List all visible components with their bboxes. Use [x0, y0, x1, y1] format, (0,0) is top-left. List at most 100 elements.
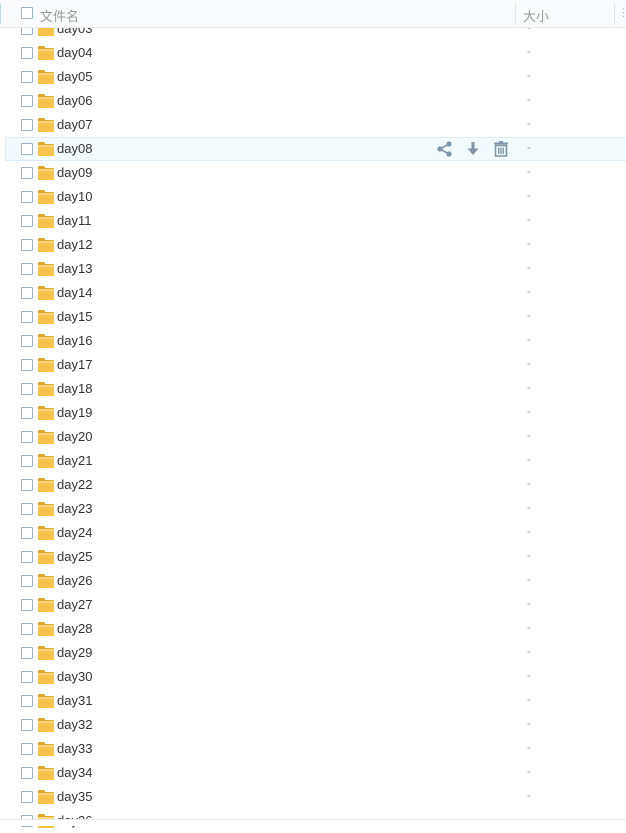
row-checkbox[interactable] [21, 263, 33, 275]
file-name-link[interactable]: day06 [57, 93, 92, 108]
row-checkbox[interactable] [21, 359, 33, 371]
column-divider[interactable] [614, 3, 615, 25]
row-checkbox[interactable] [21, 191, 33, 203]
table-row[interactable]: day09 - [0, 161, 626, 185]
file-name-link[interactable]: day23 [57, 501, 92, 516]
table-row[interactable]: day19 - [0, 401, 626, 425]
row-checkbox[interactable] [21, 695, 33, 707]
file-name-link[interactable]: day13 [57, 261, 92, 276]
table-row[interactable]: day14 - [0, 281, 626, 305]
file-name-link[interactable]: day19 [57, 405, 92, 420]
row-checkbox[interactable] [21, 575, 33, 587]
file-name-link[interactable]: day10 [57, 189, 92, 204]
row-checkbox[interactable] [21, 455, 33, 467]
file-name-link[interactable]: day21 [57, 453, 92, 468]
file-name-link[interactable]: day08 [57, 141, 92, 156]
download-icon[interactable] [463, 139, 483, 159]
row-checkbox[interactable] [21, 143, 33, 155]
table-row[interactable]: day29 - [0, 641, 626, 665]
column-header-size[interactable]: 大小 [523, 6, 549, 25]
row-checkbox[interactable] [21, 311, 33, 323]
table-row[interactable]: day21 - [0, 449, 626, 473]
file-name-link[interactable]: day22 [57, 477, 92, 492]
column-divider[interactable] [515, 3, 516, 25]
file-name-link[interactable]: day28 [57, 621, 92, 636]
table-row[interactable]: day12 - [0, 233, 626, 257]
table-row[interactable]: day07 - [0, 113, 626, 137]
row-checkbox[interactable] [21, 47, 33, 59]
row-checkbox[interactable] [21, 671, 33, 683]
table-row[interactable]: day08 - [5, 137, 626, 161]
table-row[interactable]: day04 - [0, 41, 626, 65]
file-name-link[interactable]: day11 [57, 213, 91, 228]
table-row[interactable]: day23 - [0, 497, 626, 521]
file-name-link[interactable]: day05 [57, 69, 92, 84]
column-header-more[interactable]: ⋮ [618, 6, 626, 19]
file-name-link[interactable]: day24 [57, 525, 92, 540]
table-row[interactable]: day22 - [0, 473, 626, 497]
file-name-link[interactable]: day04 [57, 45, 92, 60]
row-checkbox[interactable] [21, 767, 33, 779]
row-checkbox[interactable] [21, 743, 33, 755]
table-row[interactable]: day10 - [0, 185, 626, 209]
table-row[interactable]: day27 - [0, 593, 626, 617]
file-name-link[interactable]: day27 [57, 597, 92, 612]
row-checkbox[interactable] [21, 335, 33, 347]
row-checkbox[interactable] [21, 383, 33, 395]
row-checkbox[interactable] [21, 215, 33, 227]
table-row[interactable]: day34 - [0, 761, 626, 785]
table-row[interactable]: day20 - [0, 425, 626, 449]
row-checkbox[interactable] [21, 551, 33, 563]
file-name-link[interactable]: day15 [57, 309, 92, 324]
file-name-link[interactable]: day26 [57, 573, 92, 588]
file-name-link[interactable]: day33 [57, 741, 92, 756]
file-name-link[interactable]: day16 [57, 333, 92, 348]
table-row[interactable]: day24 - [0, 521, 626, 545]
file-name-link[interactable]: day30 [57, 669, 92, 684]
row-checkbox[interactable] [21, 167, 33, 179]
file-name-link[interactable]: day17 [57, 357, 92, 372]
table-row[interactable]: day18 - [0, 377, 626, 401]
table-row[interactable]: day17 - [0, 353, 626, 377]
row-checkbox[interactable] [21, 719, 33, 731]
file-name-link[interactable]: day18 [57, 381, 92, 396]
select-all-checkbox[interactable] [21, 7, 33, 19]
file-name-link[interactable]: day09 [57, 165, 92, 180]
row-checkbox[interactable] [21, 623, 33, 635]
table-row[interactable]: day31 - [0, 689, 626, 713]
row-checkbox[interactable] [21, 71, 33, 83]
row-checkbox[interactable] [21, 527, 33, 539]
table-row[interactable]: day16 - [0, 329, 626, 353]
file-name-link[interactable]: day12 [57, 237, 92, 252]
table-row[interactable]: day35 - [0, 785, 626, 809]
row-checkbox[interactable] [21, 599, 33, 611]
file-name-link[interactable]: day14 [57, 285, 92, 300]
row-checkbox[interactable] [21, 119, 33, 131]
table-row[interactable]: day11 - [0, 209, 626, 233]
table-row[interactable]: day06 - [0, 89, 626, 113]
row-checkbox[interactable] [21, 287, 33, 299]
table-row[interactable]: day15 - [0, 305, 626, 329]
column-header-name[interactable]: 文件名 [40, 6, 79, 25]
table-row[interactable]: day32 - [0, 713, 626, 737]
table-row[interactable]: day05 - [0, 65, 626, 89]
row-checkbox[interactable] [21, 431, 33, 443]
file-name-link[interactable]: day32 [57, 717, 92, 732]
table-row[interactable]: day26 - [0, 569, 626, 593]
file-name-link[interactable]: day29 [57, 645, 92, 660]
file-name-link[interactable]: day35 [57, 789, 92, 804]
file-name-link[interactable]: day31 [57, 693, 92, 708]
row-checkbox[interactable] [21, 407, 33, 419]
table-row[interactable]: day30 - [0, 665, 626, 689]
table-row[interactable]: day28 - [0, 617, 626, 641]
row-checkbox[interactable] [21, 647, 33, 659]
share-icon[interactable] [435, 139, 455, 159]
row-checkbox[interactable] [21, 95, 33, 107]
table-row[interactable]: day33 - [0, 737, 626, 761]
row-checkbox[interactable] [21, 791, 33, 803]
file-name-link[interactable]: day07 [57, 117, 92, 132]
row-checkbox[interactable] [21, 503, 33, 515]
row-checkbox[interactable] [21, 479, 33, 491]
row-checkbox[interactable] [21, 239, 33, 251]
file-name-link[interactable]: day25 [57, 549, 92, 564]
